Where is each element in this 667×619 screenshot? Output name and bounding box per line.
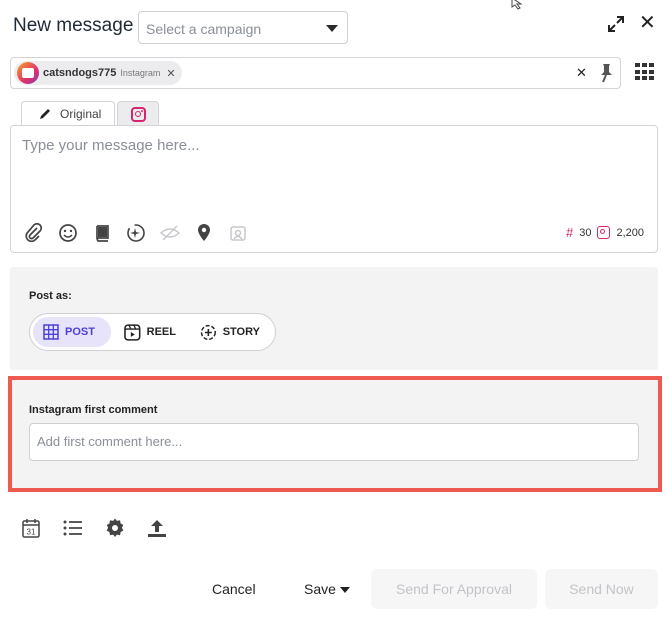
upload-icon[interactable] [146, 517, 168, 539]
ai-assist-icon[interactable] [125, 222, 147, 244]
mouse-cursor-icon [511, 0, 523, 10]
gear-icon[interactable] [104, 517, 126, 539]
campaign-select-placeholder: Select a campaign [146, 21, 262, 37]
message-placeholder: Type your message here... [22, 137, 200, 154]
first-comment-label: Instagram first comment [29, 404, 158, 416]
media-tag-icon[interactable] [227, 222, 249, 244]
instagram-icon [130, 106, 146, 122]
remove-chip-icon[interactable]: ✕ [166, 67, 175, 80]
composer-toolbar [23, 222, 249, 244]
recipient-chip[interactable]: catsndogs775 Instagram ✕ [14, 61, 182, 85]
tab-instagram[interactable] [117, 101, 159, 126]
post-type-post-label: POST [65, 326, 95, 338]
character-counts: # 30 2,200 [566, 225, 644, 240]
clear-recipients-icon[interactable]: ✕ [576, 65, 587, 81]
chevron-down-icon [326, 25, 338, 32]
campaign-select[interactable]: Select a campaign [138, 11, 348, 44]
post-type-reel-label: REEL [146, 326, 176, 338]
send-now-button[interactable]: Send Now [545, 569, 658, 609]
page-title: New message [13, 15, 134, 36]
message-editor[interactable]: Type your message here... # 30 2,200 [10, 125, 658, 253]
char-limit: 2,200 [616, 226, 644, 239]
calendar-day: 31 [27, 528, 36, 537]
chevron-down-icon [339, 586, 350, 593]
post-type-selector: POST REEL STORY [29, 313, 276, 351]
grid-icon [43, 324, 59, 340]
location-icon[interactable] [193, 222, 215, 244]
hashtag-count: 30 [579, 226, 592, 239]
recipient-name: catsndogs775 [43, 67, 117, 79]
story-icon [200, 324, 216, 340]
avatar [17, 62, 39, 84]
paperclip-icon[interactable] [23, 222, 45, 244]
tab-original[interactable]: Original [21, 101, 115, 126]
expand-icon[interactable] [607, 15, 625, 33]
close-icon[interactable]: ✕ [639, 13, 656, 33]
post-type-story[interactable]: STORY [190, 317, 270, 347]
hashtag-icon: # [565, 225, 574, 240]
post-type-story-label: STORY [222, 326, 260, 338]
cancel-button[interactable]: Cancel [212, 581, 256, 597]
first-comment-section: Instagram first comment Add first commen… [8, 376, 662, 492]
pencil-icon [40, 109, 50, 119]
emoji-icon[interactable] [57, 222, 79, 244]
save-button[interactable]: Save [304, 581, 350, 597]
reel-icon [124, 323, 141, 341]
post-type-post[interactable]: POST [33, 317, 111, 347]
instagram-icon [597, 226, 611, 239]
tab-original-label: Original [60, 107, 102, 121]
post-as-label: Post as: [29, 290, 72, 302]
list-icon[interactable] [62, 517, 84, 539]
hide-icon[interactable] [159, 222, 181, 244]
send-for-approval-button[interactable]: Send For Approval [371, 569, 537, 609]
first-comment-input[interactable]: Add first comment here... [29, 423, 639, 461]
save-button-label: Save [304, 581, 336, 597]
post-as-panel: Post as: POST REEL STORY [10, 267, 658, 370]
recipient-field[interactable]: catsndogs775 Instagram ✕ ✕ [10, 57, 621, 89]
library-icon[interactable] [91, 222, 113, 244]
grid-menu-icon[interactable] [635, 63, 655, 81]
first-comment-placeholder: Add first comment here... [37, 434, 183, 449]
post-type-reel[interactable]: REEL [114, 317, 186, 347]
pin-icon[interactable] [596, 62, 616, 84]
recipient-network: Instagram [120, 68, 161, 78]
options-toolbar: 31 [20, 517, 168, 539]
calendar-icon[interactable]: 31 [20, 517, 42, 539]
